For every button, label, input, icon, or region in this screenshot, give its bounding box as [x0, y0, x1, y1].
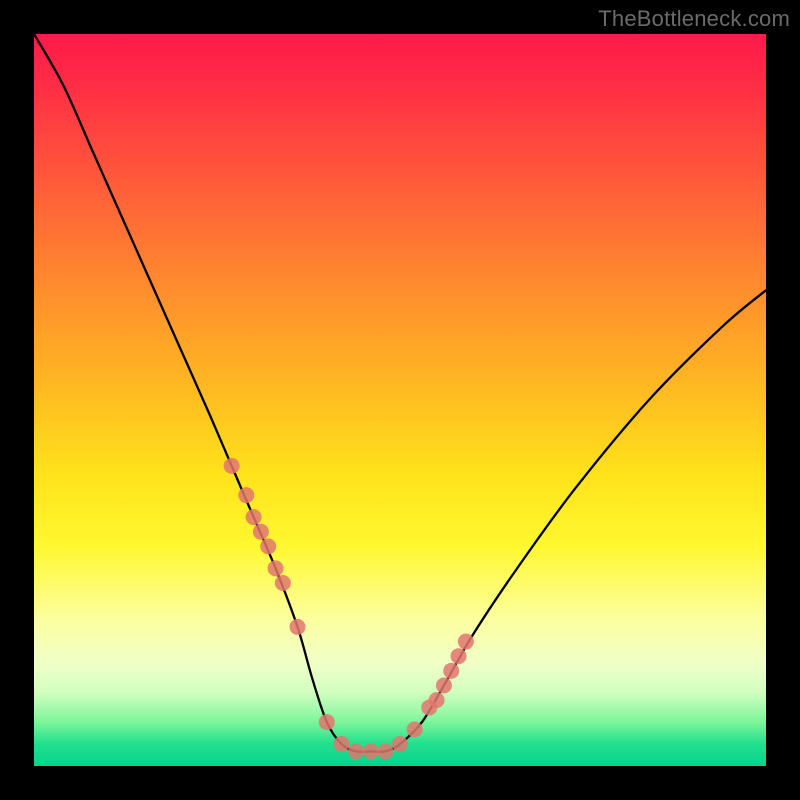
sample-point — [429, 692, 445, 708]
sample-point — [260, 538, 276, 554]
chart-stage: TheBottleneck.com — [0, 0, 800, 800]
sample-point — [238, 487, 254, 503]
sample-point — [268, 560, 284, 576]
sample-point — [290, 619, 306, 635]
sample-point — [392, 736, 408, 752]
sample-point — [451, 648, 467, 664]
sample-point — [377, 743, 393, 759]
sample-point — [348, 743, 364, 759]
sample-point — [246, 509, 262, 525]
points-layer — [34, 34, 766, 766]
sample-point — [363, 743, 379, 759]
sample-point — [436, 677, 452, 693]
sampled-points-group — [224, 458, 474, 759]
sample-point — [275, 575, 291, 591]
watermark-text: TheBottleneck.com — [598, 6, 790, 32]
sample-point — [319, 714, 335, 730]
sample-point — [407, 721, 423, 737]
sample-point — [458, 634, 474, 650]
sample-point — [224, 458, 240, 474]
sample-point — [253, 524, 269, 540]
sample-point — [333, 736, 349, 752]
sample-point — [443, 663, 459, 679]
plot-area — [34, 34, 766, 766]
